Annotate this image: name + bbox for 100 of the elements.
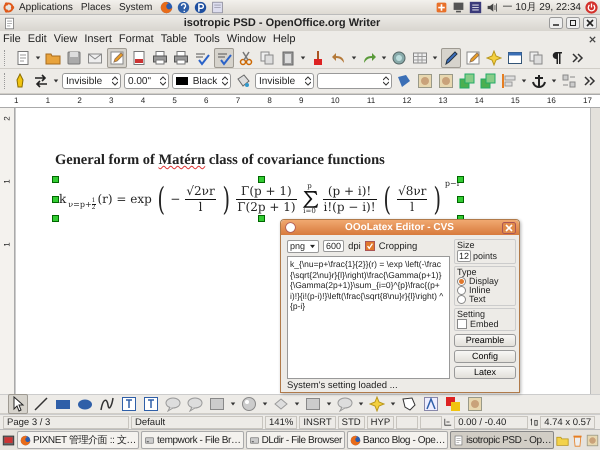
taskbar-button[interactable]: isotropic PSD - Op…	[450, 431, 554, 449]
selection-handle[interactable]	[52, 215, 59, 222]
minimize-icon[interactable]	[549, 17, 563, 29]
keyboard-icon[interactable]	[468, 0, 482, 14]
fraction: (p + i)! i!(p − i)!	[322, 184, 377, 214]
maximize-icon[interactable]	[566, 17, 580, 29]
printer-icon[interactable]	[172, 48, 190, 66]
spin-arrows-icon	[222, 76, 228, 86]
checkbox-label: Cropping	[378, 240, 418, 252]
pointer-icon[interactable]	[8, 394, 28, 414]
selection-handle[interactable]	[52, 196, 59, 203]
radio-button[interactable]	[457, 277, 466, 286]
ubuntu-logo-icon[interactable]	[2, 0, 15, 14]
pencil-icon[interactable]	[441, 48, 461, 68]
window-title: isotropic PSD - OpenOffice.org Writer	[182, 17, 382, 29]
line-icon[interactable]	[32, 395, 50, 413]
taskbar-button[interactable]: tempwork - File Br…	[141, 431, 244, 449]
curve-icon[interactable]	[98, 395, 116, 413]
menu-item[interactable]: Tools	[194, 33, 220, 45]
scrollbar[interactable]	[590, 108, 600, 394]
size-field[interactable]: 12	[457, 250, 472, 262]
dialog-button[interactable]: Config	[454, 350, 516, 363]
menu-item[interactable]: Insert	[84, 33, 112, 45]
fraction: √2νr l	[185, 184, 216, 214]
checkbox[interactable]	[364, 241, 375, 251]
math-text: k	[59, 192, 66, 206]
latex-source-field[interactable]: k_{\nu=p+\frac{1}{2}}(r) = \exp \left(-\frac{\sqrt{2\nu}r}{l}\right)\frac{\Gamma(p+1)}{\Gamma(2p+1)}\sum_{i=0}^{p}\frac{(p+i)!}{i!(p-i)!}\left(\frac{\sqrt{8\nu}r}{l}\right) ^{p-i}	[287, 256, 450, 379]
dialog-button[interactable]: Latex	[454, 366, 516, 379]
spin-arrows-icon	[383, 76, 389, 86]
radio-label: Display	[469, 277, 499, 286]
menu-item[interactable]: Edit	[28, 33, 47, 45]
ruler-number: 3	[109, 96, 114, 106]
printer-icon[interactable]	[151, 48, 169, 66]
selection-handle[interactable]	[258, 176, 266, 183]
panel-menu[interactable]: Places	[80, 2, 111, 12]
menu-item[interactable]: Help	[272, 33, 296, 45]
dropdown[interactable]: Invisible	[255, 73, 314, 89]
pages-icon[interactable]	[258, 48, 276, 66]
selection-handle[interactable]	[457, 196, 464, 203]
text-frame-icon[interactable]	[142, 395, 160, 413]
ruler-number: 1	[14, 96, 18, 106]
spin-field[interactable]: 0.00"	[124, 73, 169, 89]
hyperlink-mode: HYP	[366, 416, 394, 428]
globe-icon[interactable]	[390, 48, 408, 66]
color-dropdown[interactable]: Black	[172, 73, 231, 89]
menu-item[interactable]: File	[3, 33, 21, 45]
ruler-number: 15	[510, 96, 520, 106]
document-icon	[3, 16, 16, 30]
format-dropdown[interactable]: png	[287, 240, 320, 252]
monitor-icon[interactable]	[452, 0, 465, 14]
radio-label: Text	[469, 295, 486, 304]
dialog-button[interactable]: Preamble	[454, 334, 516, 347]
desktop-icon[interactable]	[2, 434, 15, 446]
power-icon[interactable]	[585, 0, 598, 14]
clock[interactable]: 一 10月 29, 22:34	[502, 0, 581, 14]
dpi-label: dpi	[348, 240, 361, 252]
dropdown[interactable]	[317, 73, 392, 89]
menu-item[interactable]: Table	[160, 33, 188, 45]
arrows-icon[interactable]	[32, 72, 50, 90]
ruler-number: 5	[172, 96, 177, 106]
taskbar-button[interactable]: DLdir - File Browser	[246, 431, 345, 449]
anchor-icon[interactable]	[530, 72, 548, 90]
ruler-number: 16	[546, 96, 556, 106]
badge-icon[interactable]	[194, 0, 208, 14]
close-icon[interactable]	[588, 34, 597, 44]
size-readout: 4.74 x 0.57	[540, 416, 596, 428]
taskbar-button[interactable]: PIXNET 管理介面 :: 文…	[17, 431, 140, 449]
close-icon[interactable]	[583, 17, 597, 29]
window-menu-icon[interactable]	[284, 221, 297, 234]
panel-menu[interactable]: System	[118, 2, 152, 12]
ruler-number: 11	[366, 96, 376, 106]
status-field	[396, 416, 418, 428]
selection-handle[interactable]	[258, 215, 266, 222]
speaker-icon[interactable]	[486, 0, 499, 14]
radio-button[interactable]	[457, 286, 466, 295]
position-readout: 0.00 / -0.40	[454, 416, 528, 428]
dpi-field[interactable]: 600	[323, 240, 344, 252]
fontwork-icon[interactable]	[422, 395, 440, 413]
menu-item[interactable]: Format	[118, 33, 154, 45]
update-icon[interactable]	[434, 0, 448, 14]
drive-icon	[248, 434, 260, 446]
ruler-number: 12	[402, 96, 412, 106]
dropdown[interactable]: Invisible	[62, 73, 121, 89]
checkbox[interactable]	[457, 319, 467, 329]
menu-item[interactable]: Window	[226, 33, 266, 45]
ruler-number: 1	[2, 179, 12, 184]
radio-button[interactable]	[457, 295, 466, 304]
help-icon[interactable]	[177, 0, 190, 14]
checkmark-icon[interactable]	[214, 48, 234, 68]
text-frame-icon[interactable]	[120, 395, 138, 413]
globe-icon[interactable]	[160, 0, 174, 14]
star-icon[interactable]	[485, 48, 503, 66]
selection-handle[interactable]	[457, 176, 464, 183]
panel-menu[interactable]: Applications	[19, 2, 73, 12]
radio-label: Inline	[469, 286, 491, 295]
taskbar-button[interactable]: Banco Blog - Ope…	[346, 431, 448, 449]
color-squares-icon[interactable]	[444, 395, 462, 413]
selection-handle[interactable]	[52, 176, 59, 183]
menu-item[interactable]: View	[54, 33, 78, 45]
star-icon[interactable]	[368, 395, 386, 413]
